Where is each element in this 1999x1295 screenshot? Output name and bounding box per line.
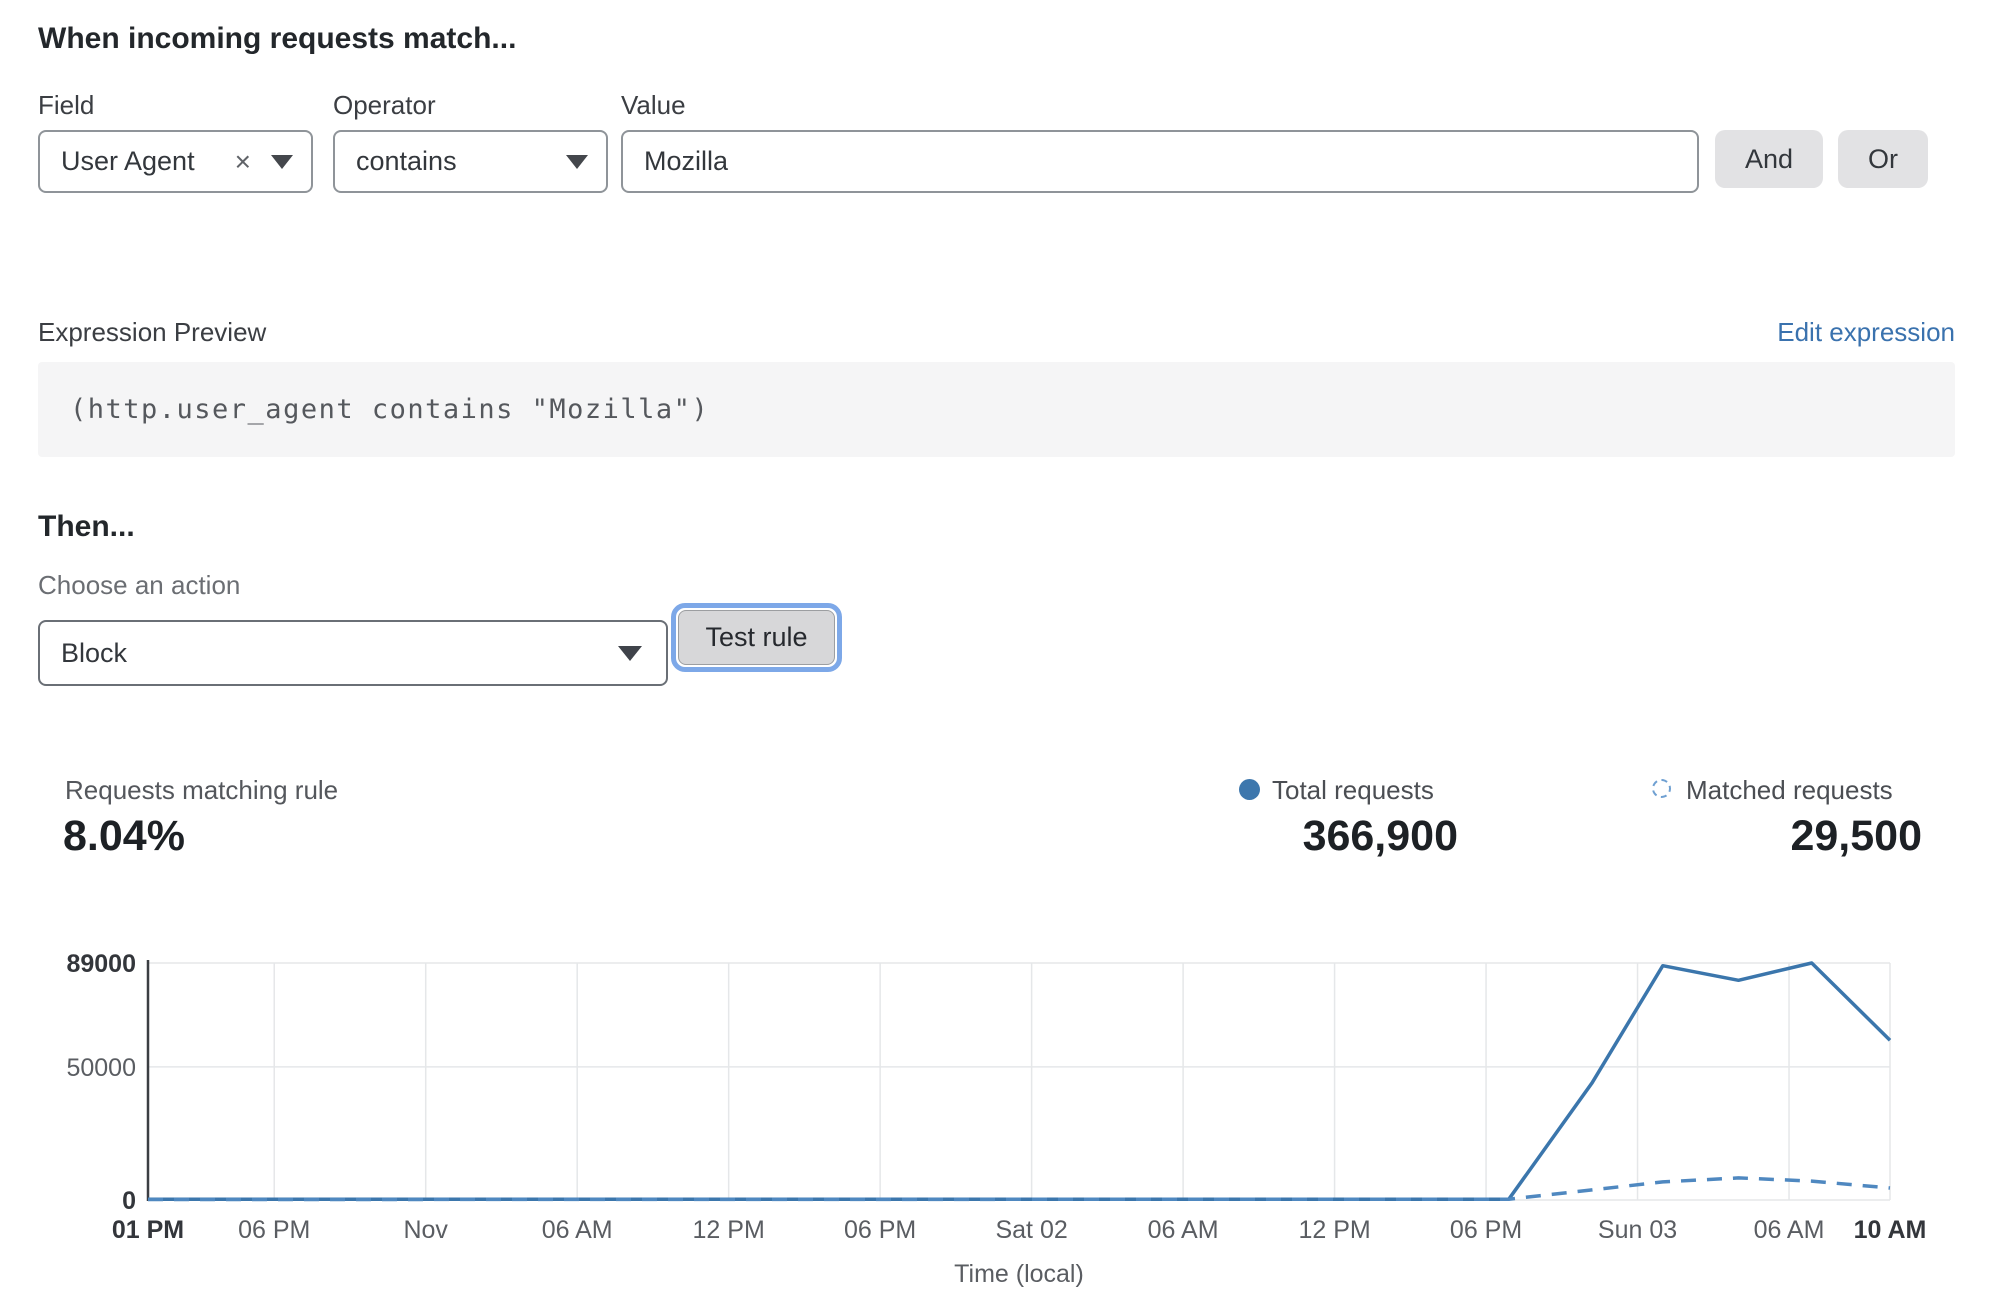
x-tick-label: 06 PM [238, 1216, 310, 1244]
field-select[interactable]: User Agent × [38, 130, 313, 193]
field-select-value: User Agent [61, 146, 235, 177]
x-tick-label: Nov [403, 1216, 448, 1244]
chevron-down-icon [271, 155, 293, 169]
x-tick-label: 06 PM [844, 1216, 916, 1244]
total-requests-label: Total requests [1272, 775, 1434, 806]
y-tick-label: 50000 [66, 1054, 136, 1082]
matched-requests-value: 29,500 [1790, 812, 1922, 861]
action-select-value: Block [61, 638, 618, 669]
clear-field-icon[interactable]: × [235, 148, 251, 176]
field-label: Field [38, 90, 94, 121]
x-tick-label: 12 PM [1298, 1216, 1370, 1244]
total-requests-legend-icon [1239, 779, 1260, 800]
operator-select[interactable]: contains [333, 130, 608, 193]
matched-requests-label: Matched requests [1686, 775, 1893, 806]
x-tick-label: 06 AM [542, 1216, 613, 1244]
requests-chart: 0 50000 89000 01 PM 06 PM Nov 06 AM 12 PM 06 PM S… [0, 930, 1999, 1295]
then-heading: Then... [38, 510, 135, 544]
expression-preview-label: Expression Preview [38, 317, 266, 348]
matching-rule-value: 8.04% [63, 812, 185, 861]
matched-requests-legend-icon [1652, 779, 1671, 798]
x-tick-label: 06 AM [1754, 1216, 1825, 1244]
matched-requests-line [148, 1178, 1890, 1200]
x-tick-label: 01 PM [112, 1216, 184, 1244]
matching-rule-label: Requests matching rule [65, 775, 338, 806]
x-tick-label: 06 PM [1450, 1216, 1522, 1244]
action-select[interactable]: Block [38, 620, 668, 686]
rule-builder-heading: When incoming requests match... [38, 22, 516, 56]
value-input[interactable] [621, 130, 1699, 193]
operator-label: Operator [333, 90, 436, 121]
total-requests-line [148, 963, 1890, 1199]
chevron-down-icon [618, 646, 642, 661]
x-tick-label: Sat 02 [995, 1216, 1067, 1244]
expression-preview-box: (http.user_agent contains "Mozilla") [38, 362, 1955, 457]
x-axis-title: Time (local) [954, 1260, 1084, 1288]
y-tick-label: 0 [122, 1187, 136, 1215]
or-button[interactable]: Or [1838, 130, 1928, 188]
choose-action-label: Choose an action [38, 570, 240, 601]
value-label: Value [621, 90, 686, 121]
test-rule-button[interactable]: Test rule [678, 610, 835, 665]
x-tick-label: Sun 03 [1598, 1216, 1677, 1244]
chevron-down-icon [566, 155, 588, 169]
x-tick-label: 12 PM [693, 1216, 765, 1244]
x-tick-label: 10 AM [1854, 1216, 1927, 1244]
edit-expression-link[interactable]: Edit expression [1777, 317, 1955, 348]
test-rule-focus-ring: Test rule [671, 603, 842, 672]
y-tick-label: 89000 [66, 950, 136, 978]
and-button[interactable]: And [1715, 130, 1823, 188]
x-tick-label: 06 AM [1148, 1216, 1219, 1244]
expression-code: (http.user_agent contains "Mozilla") [38, 394, 709, 425]
total-requests-value: 366,900 [1303, 812, 1458, 861]
operator-select-value: contains [356, 146, 566, 177]
